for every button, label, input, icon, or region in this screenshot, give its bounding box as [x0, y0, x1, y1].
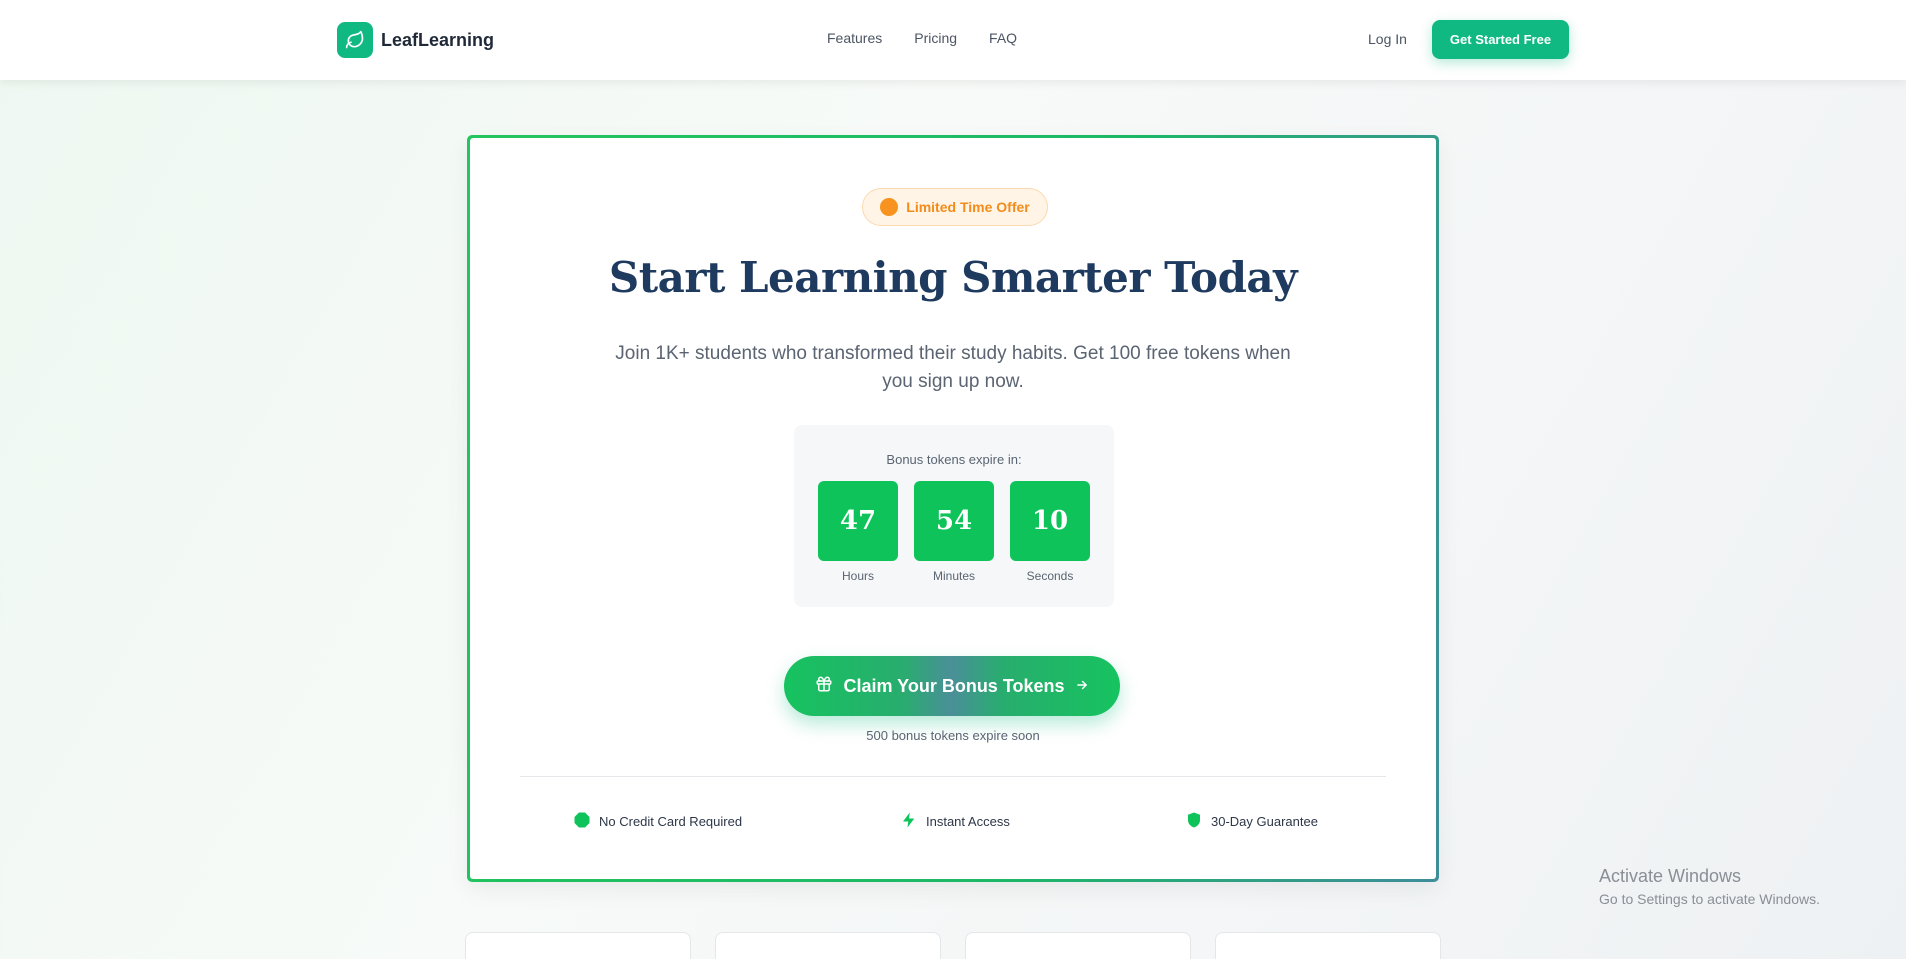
countdown-timer: Bonus tokens expire in: 47 Hours 54 Minu…: [794, 425, 1114, 607]
activation-watermark: Activate Windows Go to Settings to activ…: [1599, 866, 1820, 907]
page-title: Start Learning Smarter Today: [608, 253, 1298, 302]
nav-pricing[interactable]: Pricing: [914, 30, 957, 46]
timer-seconds-label: Seconds: [1026, 569, 1074, 583]
feature-label: Instant Access: [926, 814, 1010, 829]
timer-hours-label: Hours: [841, 569, 874, 583]
main-nav: Features Pricing FAQ: [827, 30, 1017, 46]
login-link[interactable]: Log In: [1368, 31, 1407, 47]
feature-card: [1215, 932, 1441, 959]
gift-icon: [815, 675, 833, 698]
nav-features[interactable]: Features: [827, 30, 882, 46]
timer-hours: 47: [818, 481, 898, 561]
claim-bonus-button[interactable]: Claim Your Bonus Tokens: [784, 656, 1120, 716]
hero-subtitle: Join 1K+ students who transformed their …: [615, 343, 1291, 392]
timer-label: Bonus tokens expire in:: [886, 452, 1022, 467]
octagon-icon: [573, 811, 591, 832]
nav-faq[interactable]: FAQ: [989, 30, 1017, 46]
claim-bonus-label: Claim Your Bonus Tokens: [843, 675, 1065, 696]
expire-note: 500 bonus tokens expire soon: [866, 728, 1040, 743]
feature-instant-access: Instant Access: [900, 811, 1010, 832]
dot-icon: [880, 198, 899, 216]
timer-seconds: 10: [1010, 481, 1090, 561]
watermark-subtitle: Go to Settings to activate Windows.: [1599, 891, 1820, 907]
brand-name: LeafLearning: [381, 29, 495, 50]
divider: [520, 776, 1386, 777]
feature-guarantee: 30-Day Guarantee: [1185, 811, 1318, 832]
feature-label: 30-Day Guarantee: [1211, 814, 1318, 829]
get-started-button[interactable]: Get Started Free: [1432, 20, 1569, 59]
site-header: LeafLearning Features Pricing FAQ Log In…: [0, 0, 1906, 80]
offer-card: Limited Time Offer Start Learning Smarte…: [467, 135, 1439, 882]
brand-logo[interactable]: LeafLearning: [337, 22, 494, 58]
feature-card: [965, 932, 1191, 959]
leaf-icon: [337, 22, 373, 58]
watermark-title: Activate Windows: [1599, 866, 1742, 886]
timer-minutes-label: Minutes: [932, 569, 976, 583]
shield-icon: [1185, 811, 1203, 832]
arrow-right-icon: [1075, 676, 1089, 697]
lightning-icon: [900, 811, 918, 832]
feature-card: [715, 932, 941, 959]
timer-minutes: 54: [914, 481, 994, 561]
badge-label: Limited Time Offer: [906, 199, 1030, 215]
offer-card-body: Limited Time Offer Start Learning Smarte…: [470, 138, 1436, 879]
feature-no-credit-card: No Credit Card Required: [573, 811, 742, 832]
limited-offer-badge: Limited Time Offer: [862, 188, 1048, 226]
feature-card: [465, 932, 691, 959]
feature-label: No Credit Card Required: [599, 814, 743, 829]
